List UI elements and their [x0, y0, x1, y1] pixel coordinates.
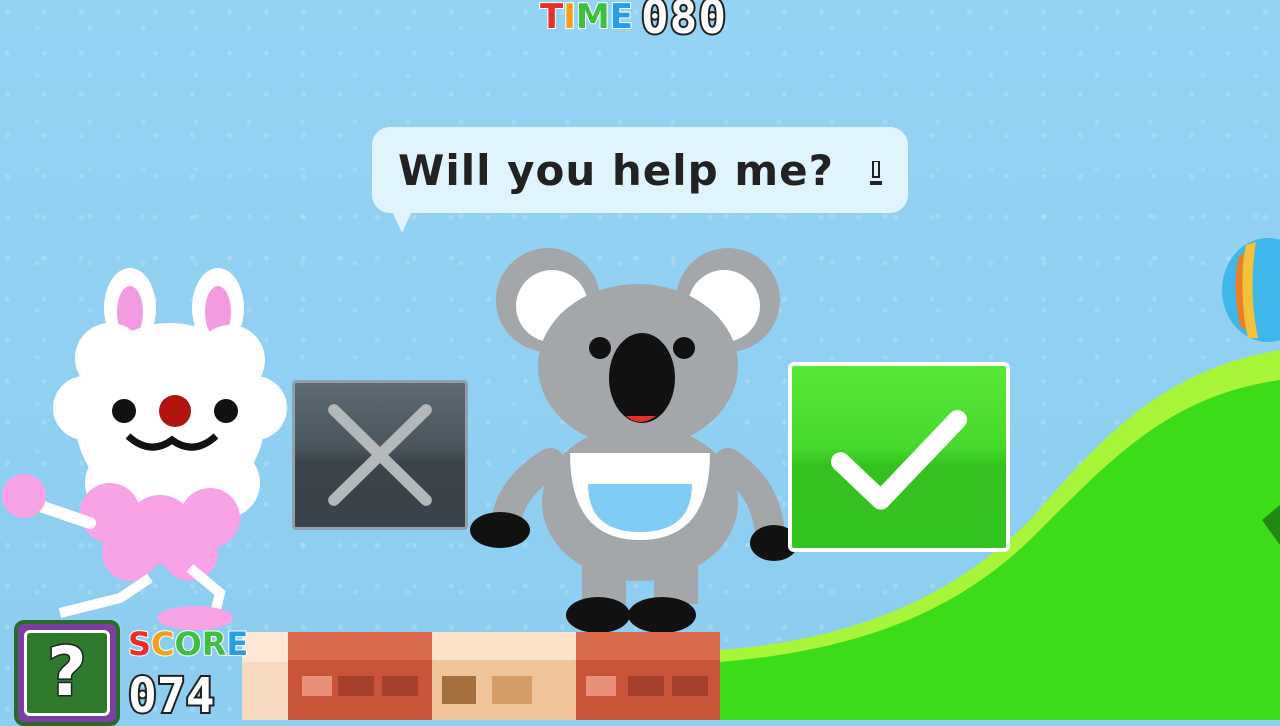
score-letter: R [201, 625, 228, 663]
dialog-text: Will you help me? [398, 145, 834, 195]
striped-balloon [1222, 238, 1280, 342]
no-button[interactable] [292, 380, 468, 530]
time-hud: T I M E 080 [539, 0, 728, 44]
score-letter: O [174, 625, 203, 663]
x-mark-icon [328, 404, 432, 506]
item-box: ? [14, 620, 120, 726]
question-mark-icon: ? [46, 633, 88, 712]
checkmark-icon [830, 410, 968, 510]
score-value: 074 [126, 668, 217, 724]
yes-button[interactable] [788, 362, 1010, 552]
score-letter: E [225, 625, 249, 663]
time-letter: M [575, 0, 611, 37]
score-label: S C O R E [127, 625, 249, 663]
speech-bubble[interactable]: Will you help me? [372, 127, 908, 233]
time-letter: I [562, 0, 577, 37]
item-box-inner: ? [24, 630, 110, 716]
score-letter: C [150, 625, 176, 663]
time-letter: T [539, 0, 564, 37]
time-label: T I M E [539, 0, 634, 37]
koala-character [470, 248, 798, 633]
score-letter: S [127, 625, 152, 663]
time-letter: E [609, 0, 634, 37]
brick-platform [242, 632, 720, 720]
white-bunny-character [2, 268, 287, 630]
time-value: 080 [639, 0, 728, 44]
next-arrow-icon [870, 161, 882, 185]
